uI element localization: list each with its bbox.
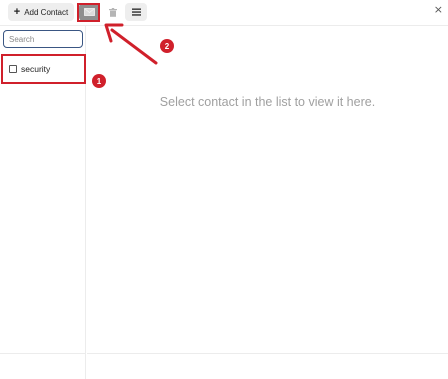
more-menu-button[interactable] [125,3,147,21]
highlight-box-contact [1,54,86,84]
sidebar-footer-divider [0,353,86,354]
detail-footer-divider [87,353,448,354]
hamburger-menu-icon [131,8,141,16]
highlight-box-email-button [77,3,100,22]
search-input[interactable] [3,30,83,48]
trash-icon [108,7,117,17]
delete-button[interactable] [103,3,122,21]
add-contact-button[interactable]: + Add Contact [8,3,74,21]
empty-state-message: Select contact in the list to view it he… [159,95,376,109]
step-badge-1: 1 [92,74,106,88]
add-contact-label: Add Contact [24,7,69,17]
contact-detail-panel: Select contact in the list to view it he… [87,26,448,379]
toolbar: + Add Contact × [0,0,448,26]
close-icon[interactable]: × [434,3,443,16]
step-badge-2: 2 [160,39,174,53]
plus-icon: + [13,5,21,18]
